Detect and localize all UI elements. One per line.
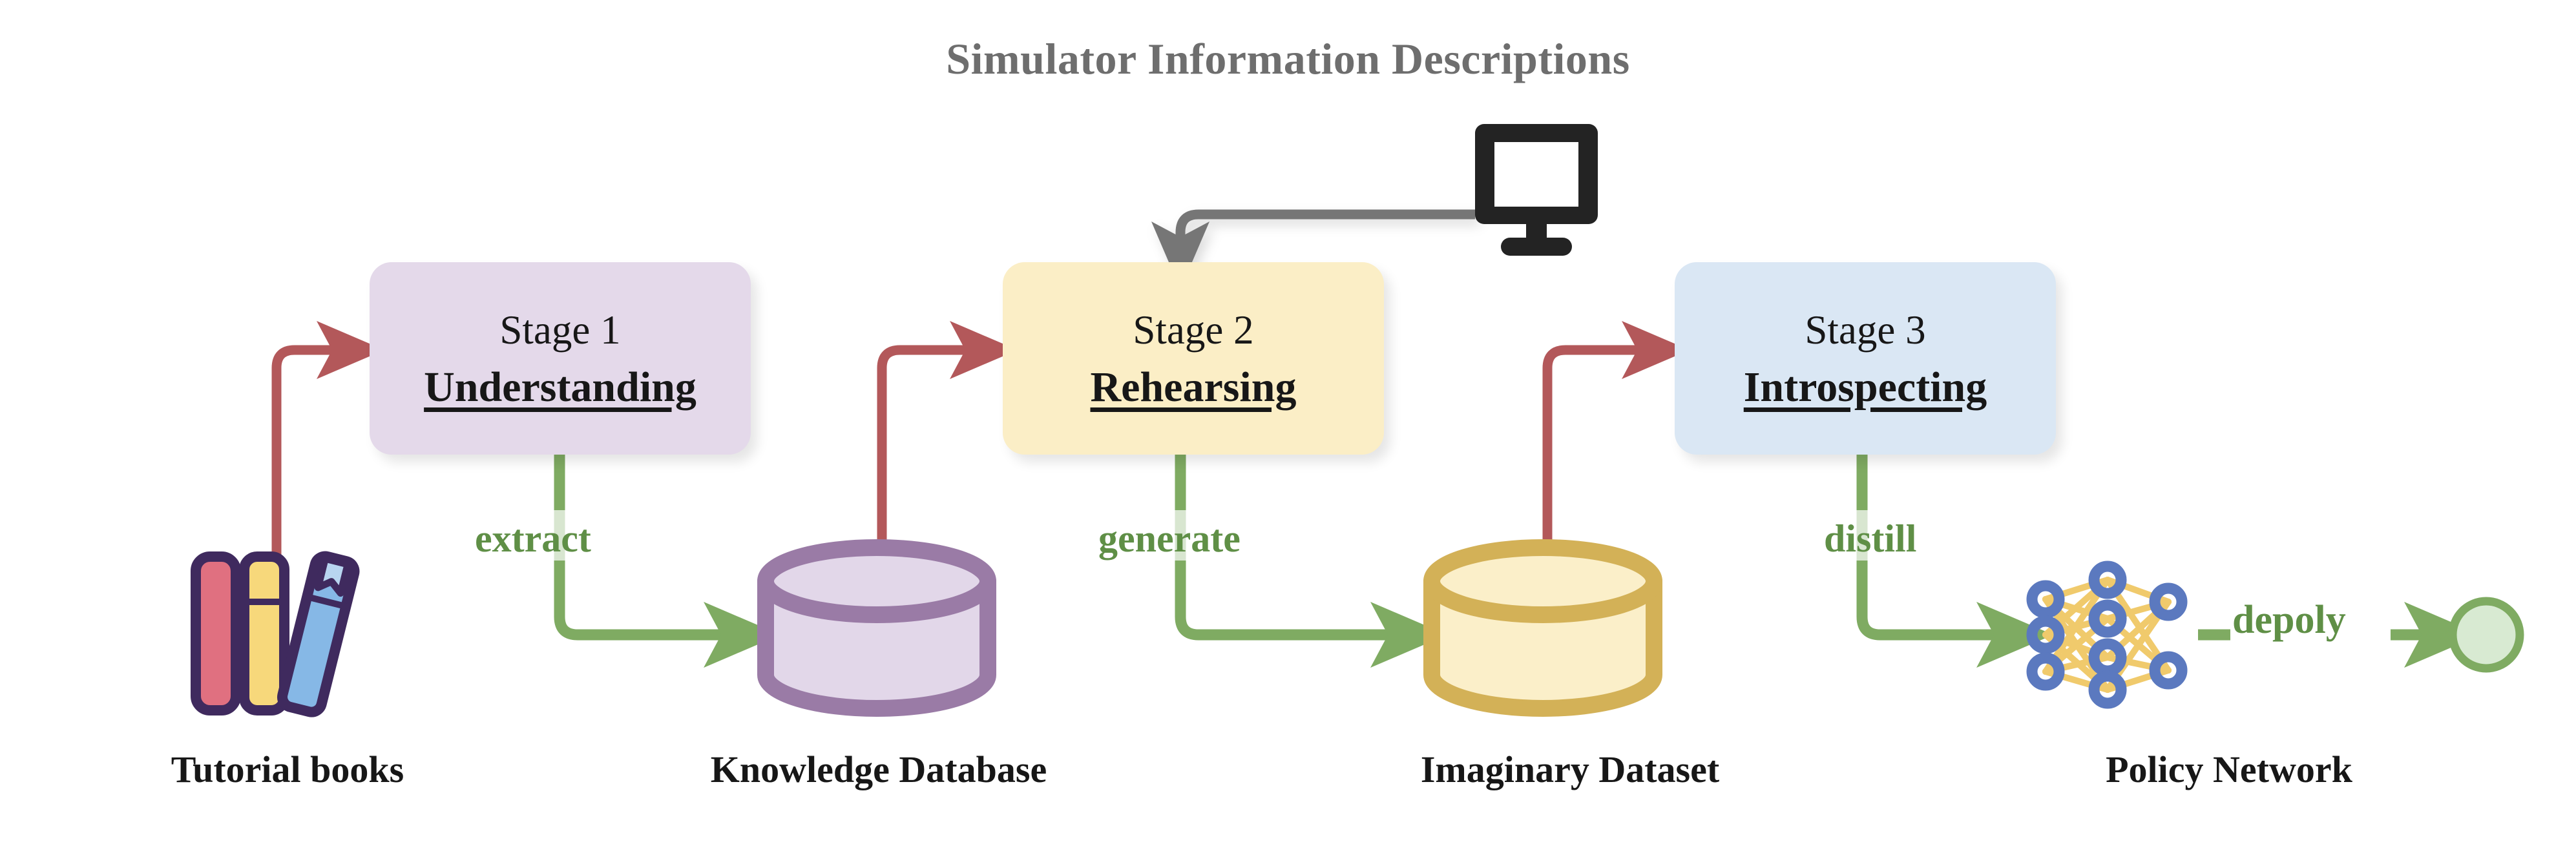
monitor-icon <box>1475 124 1598 256</box>
edge-label-distill: distill <box>1824 517 1917 560</box>
stage-1-box[interactable]: Stage 1 Understanding <box>370 262 751 455</box>
arrow-kdb-to-stage2 <box>877 321 1018 555</box>
edge-label-generate: generate <box>1098 517 1241 560</box>
caption-imaginary-dataset: Imaginary Dataset <box>1420 748 1720 790</box>
arrow-monitor-to-stage2 <box>1151 209 1475 289</box>
caption-knowledge-database: Knowledge Database <box>710 748 1047 790</box>
stage-3-number: Stage 3 <box>1805 307 1926 353</box>
stage-1-name: Understanding <box>424 364 696 411</box>
edge-label-extract: extract <box>475 517 591 560</box>
arrow-books-to-stage1 <box>271 321 384 568</box>
stage-1-number: Stage 1 <box>499 307 621 353</box>
books-icon <box>191 551 360 717</box>
stage-3-box[interactable]: Stage 3 Introspecting <box>1675 262 2056 455</box>
arrow-dataset-to-stage3 <box>1542 321 1690 555</box>
page-title: Simulator Information Descriptions <box>946 34 1630 83</box>
database-cylinder-icon-knowledge <box>757 539 996 717</box>
diagram-canvas: Simulator Information Descriptions Stage… <box>0 0 2576 844</box>
caption-tutorial-books: Tutorial books <box>171 748 404 790</box>
stage-2-name: Rehearsing <box>1090 364 1297 411</box>
stage-2-box[interactable]: Stage 2 Rehearsing <box>1003 262 1384 455</box>
stage-2-number: Stage 2 <box>1133 307 1254 353</box>
neural-network-icon <box>2026 561 2188 709</box>
deployed-node-icon <box>2448 597 2524 673</box>
stage-3-name: Introspecting <box>1743 364 1987 411</box>
caption-policy-network: Policy Network <box>2106 748 2352 790</box>
database-cylinder-icon-dataset <box>1423 539 1662 717</box>
edge-label-deploy: depoly <box>2232 598 2346 642</box>
